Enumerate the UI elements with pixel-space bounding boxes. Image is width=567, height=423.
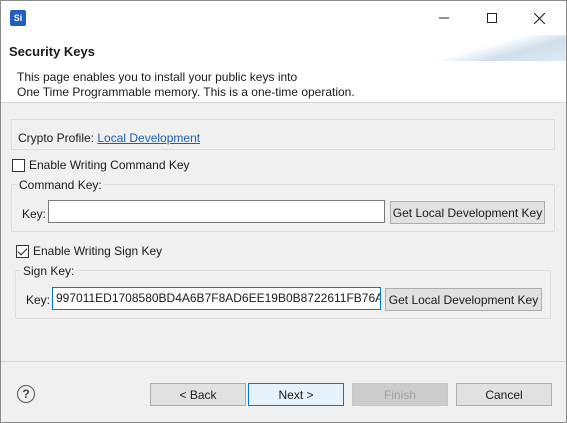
back-button[interactable]: < Back: [150, 383, 246, 406]
command-key-input[interactable]: [48, 200, 385, 223]
enable-sign-key-checkbox[interactable]: Enable Writing Sign Key: [16, 244, 162, 258]
finish-button[interactable]: Finish: [352, 383, 448, 406]
crypto-profile-row: Crypto Profile: Local Development: [18, 131, 200, 145]
crypto-profile-label: Crypto Profile:: [18, 131, 98, 145]
app-icon: Si: [10, 10, 26, 26]
command-key-group-title: Command Key:: [17, 178, 104, 192]
header-decoration: [425, 35, 566, 61]
minimize-icon: [439, 17, 449, 19]
checkbox-box[interactable]: [12, 158, 25, 172]
security-keys-dialog: Si Security Keys This page enables you t…: [0, 0, 567, 423]
wizard-header: Security Keys This page enables you to i…: [1, 35, 566, 103]
page-description: This page enables you to install your pu…: [17, 70, 355, 99]
sign-key-input[interactable]: 997011ED1708580BD4A6B7F8AD6EE19B0B872261…: [52, 287, 381, 310]
help-icon[interactable]: ?: [17, 385, 35, 403]
close-button[interactable]: [516, 1, 562, 35]
enable-sign-key-label: Enable Writing Sign Key: [33, 244, 163, 258]
minimize-button[interactable]: [421, 1, 467, 35]
close-icon: [533, 12, 545, 24]
get-sign-local-dev-key-button[interactable]: Get Local Development Key: [385, 288, 542, 311]
command-key-label: Key:: [22, 207, 47, 221]
next-button[interactable]: Next >: [248, 383, 344, 406]
sign-key-label: Key:: [26, 293, 51, 307]
page-title: Security Keys: [9, 44, 95, 59]
footer-divider: [1, 361, 566, 362]
maximize-button[interactable]: [469, 1, 515, 35]
sign-key-group-title: Sign Key:: [21, 264, 77, 278]
crypto-profile-link[interactable]: Local Development: [97, 131, 200, 145]
crypto-profile-box: Crypto Profile: Local Development: [11, 119, 555, 150]
checkbox-box[interactable]: [16, 244, 29, 258]
maximize-icon: [487, 13, 497, 23]
enable-command-key-label: Enable Writing Command Key: [29, 158, 190, 172]
title-bar: Si: [1, 1, 566, 35]
enable-command-key-checkbox[interactable]: Enable Writing Command Key: [12, 158, 190, 172]
get-command-local-dev-key-button[interactable]: Get Local Development Key: [390, 201, 545, 224]
cancel-button[interactable]: Cancel: [456, 383, 552, 406]
